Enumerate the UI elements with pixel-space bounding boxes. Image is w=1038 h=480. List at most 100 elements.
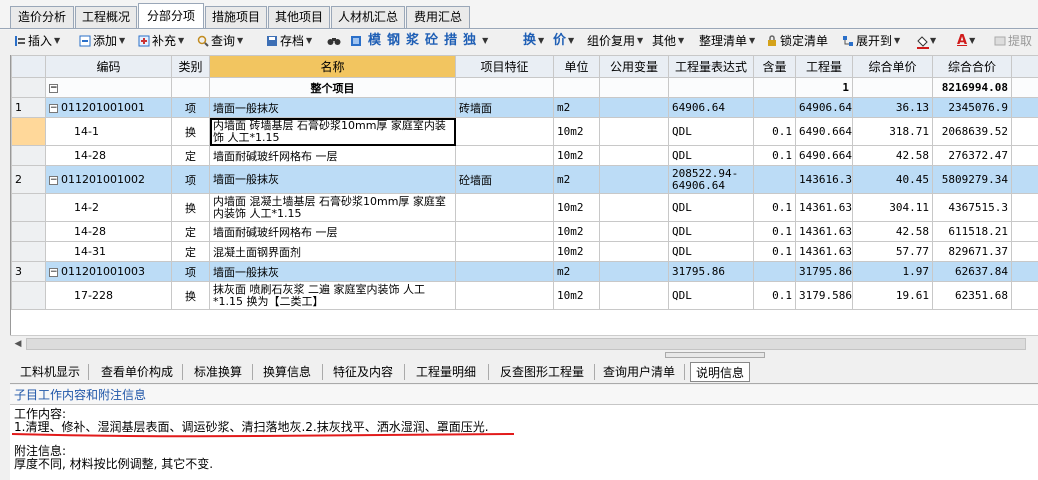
cell-feature[interactable] bbox=[455, 117, 554, 146]
cell-category[interactable]: 换 bbox=[171, 117, 210, 146]
add-button[interactable]: 添加 ▼ bbox=[79, 33, 125, 49]
header-name[interactable]: 名称 bbox=[209, 55, 456, 78]
tab-unit-price-breakdown[interactable]: 查看单价构成 bbox=[94, 362, 180, 382]
header-quantity-expression[interactable]: 工程量表达式 bbox=[668, 55, 754, 78]
cell-quantity-expression[interactable]: QDL bbox=[668, 221, 754, 242]
cell-feature[interactable]: 砼墙面 bbox=[455, 165, 554, 194]
row-index[interactable] bbox=[11, 77, 46, 98]
cell-content[interactable]: 0.1 bbox=[753, 145, 796, 166]
tab-feature-content[interactable]: 特征及内容 bbox=[328, 362, 398, 382]
tab-other-items[interactable]: 其他项目 bbox=[268, 6, 330, 28]
group-reuse-button[interactable]: 组价复用 ▼ bbox=[587, 33, 643, 49]
cell-unit[interactable]: 10m2 bbox=[553, 145, 600, 166]
cell-category[interactable]: 定 bbox=[171, 221, 210, 242]
cell-name[interactable]: 内墙面 混凝土墙基层 石膏砂浆10mm厚 家庭室内装饰 人工*1.15 bbox=[209, 193, 456, 222]
cell-quantity-expression[interactable]: 64906.64 bbox=[668, 97, 754, 118]
cell-total-price[interactable]: 8216994.08 bbox=[932, 77, 1012, 98]
quota-row[interactable]: 14-31 定混凝土面钢界面剂 10m2 QDL 0.1 14361.63 57.77 829… bbox=[11, 241, 1038, 262]
cell-code[interactable]: 14-2 bbox=[45, 193, 172, 222]
cell-code[interactable]: −011201001003 bbox=[45, 261, 172, 282]
cell-shared-variable[interactable] bbox=[599, 97, 669, 118]
cell-feature[interactable] bbox=[455, 193, 554, 222]
cell-content[interactable]: 0.1 bbox=[753, 193, 796, 222]
cell-total-price[interactable]: 5809279.34 bbox=[932, 165, 1012, 194]
fill-color-button[interactable]: ▼ bbox=[916, 33, 936, 49]
header-shared-variable[interactable]: 公用变量 bbox=[599, 55, 669, 78]
expand-to-button[interactable]: 展开到 ▼ bbox=[842, 33, 900, 49]
cell-total-price[interactable]: 62351.68 bbox=[932, 281, 1012, 310]
header-feature[interactable]: 项目特征 bbox=[455, 55, 554, 78]
cell-shared-variable[interactable] bbox=[599, 261, 669, 282]
row-index[interactable] bbox=[11, 281, 46, 310]
extract-button[interactable]: 提取 bbox=[994, 33, 1032, 49]
cell-quantity[interactable]: 64906.64 bbox=[795, 97, 853, 118]
bill-item-row[interactable]: 1−011201001001 项墙面一般抹灰 砖墙面 m2 64906.64 64906.… bbox=[11, 97, 1038, 118]
cell-name[interactable]: 混凝土面钢界面剂 bbox=[209, 241, 456, 262]
tab-labor-material-display[interactable]: 工料机显示 bbox=[14, 362, 86, 382]
tab-conversion-info[interactable]: 换算信息 bbox=[258, 362, 316, 382]
quota-row[interactable]: 14-28 定墙面耐碱玻纤网格布 一层 10m2 QDL 0.1 6490.664 42.5… bbox=[11, 145, 1038, 166]
header-unit[interactable]: 单位 bbox=[553, 55, 600, 78]
cell-category[interactable]: 项 bbox=[171, 165, 210, 194]
cell-name[interactable]: 墙面耐碱玻纤网格布 一层 bbox=[209, 221, 456, 242]
organize-list-button[interactable]: 整理清单 ▼ bbox=[699, 33, 755, 49]
cell-unit-price[interactable]: 40.45 bbox=[852, 165, 933, 194]
cell-code[interactable]: 14-1 bbox=[45, 117, 172, 146]
cell-feature[interactable] bbox=[455, 77, 554, 98]
cell-quantity[interactable]: 6490.664 bbox=[795, 117, 853, 146]
tab-quantity-detail[interactable]: 工程量明细 bbox=[410, 362, 482, 382]
cell-total-price[interactable]: 276372.47 bbox=[932, 145, 1012, 166]
cell-shared-variable[interactable] bbox=[599, 165, 669, 194]
cell-feature[interactable] bbox=[455, 261, 554, 282]
book-icon[interactable] bbox=[350, 35, 362, 47]
row-index[interactable]: 2 bbox=[11, 165, 46, 194]
cell-unit-price[interactable]: 36.13 bbox=[852, 97, 933, 118]
cell-shared-variable[interactable] bbox=[599, 281, 669, 310]
cell-code[interactable]: 17-228 bbox=[45, 281, 172, 310]
header-code[interactable]: 编码 bbox=[45, 55, 172, 78]
cell-code[interactable]: − bbox=[45, 77, 172, 98]
cell-category[interactable] bbox=[171, 77, 210, 98]
cell-code[interactable]: −011201001002 bbox=[45, 165, 172, 194]
cell-code[interactable]: 14-28 bbox=[45, 145, 172, 166]
scroll-left-icon[interactable]: ◀ bbox=[12, 338, 24, 350]
cell-feature[interactable] bbox=[455, 281, 554, 310]
cell-name[interactable]: 抹灰面 喷刷石灰浆 二遍 家庭室内装饰 人工*1.15 换为【二类工】 bbox=[209, 281, 456, 310]
supplement-button[interactable]: 补充 ▼ bbox=[138, 33, 184, 49]
cell-category[interactable]: 项 bbox=[171, 261, 210, 282]
cell-content[interactable] bbox=[753, 97, 796, 118]
horizontal-scrollbar[interactable]: ◀ bbox=[10, 335, 1038, 351]
measure-button[interactable]: 措 bbox=[444, 33, 457, 49]
cell-unit-price[interactable]: 42.58 bbox=[852, 221, 933, 242]
header-total-price[interactable]: 综合合价 bbox=[932, 55, 1012, 78]
cell-quantity-expression[interactable]: QDL bbox=[668, 117, 754, 146]
cell-unit-price[interactable]: 1.97 bbox=[852, 261, 933, 282]
cell-feature[interactable] bbox=[455, 221, 554, 242]
tab-standard-conversion[interactable]: 标准换算 bbox=[188, 362, 248, 382]
cell-name[interactable]: 整个项目 bbox=[209, 77, 456, 98]
tab-description-info[interactable]: 说明信息 bbox=[690, 362, 750, 382]
swap-button[interactable]: 换 ▼ bbox=[523, 33, 544, 49]
tab-cost-analysis[interactable]: 造价分析 bbox=[10, 6, 74, 28]
cell-content[interactable]: 0.1 bbox=[753, 241, 796, 262]
row-index[interactable] bbox=[11, 145, 46, 166]
cell-content[interactable] bbox=[753, 165, 796, 194]
cell-quantity[interactable]: 6490.664 bbox=[795, 145, 853, 166]
cell-unit-price[interactable]: 57.77 bbox=[852, 241, 933, 262]
cell-shared-variable[interactable] bbox=[599, 77, 669, 98]
cell-name[interactable]: 墙面一般抹灰 bbox=[209, 165, 456, 194]
collapse-icon[interactable]: − bbox=[49, 103, 58, 113]
cell-unit[interactable]: m2 bbox=[553, 165, 600, 194]
cell-category[interactable]: 定 bbox=[171, 241, 210, 262]
header-unit-price[interactable]: 综合单价 bbox=[852, 55, 933, 78]
cell-code[interactable]: 14-31 bbox=[45, 241, 172, 262]
cell-quantity[interactable]: 31795.86 bbox=[795, 261, 853, 282]
scrollbar-thumb[interactable] bbox=[26, 338, 1026, 350]
cell-unit[interactable]: 10m2 bbox=[553, 117, 600, 146]
lock-list-button[interactable]: 锁定清单 bbox=[766, 33, 828, 49]
panel-splitter[interactable] bbox=[665, 352, 765, 358]
cell-quantity[interactable]: 14361.63 bbox=[795, 241, 853, 262]
row-index[interactable] bbox=[11, 193, 46, 222]
cell-quantity[interactable]: 143616.3 bbox=[795, 165, 853, 194]
cell-total-price[interactable]: 4367515.3 bbox=[932, 193, 1012, 222]
